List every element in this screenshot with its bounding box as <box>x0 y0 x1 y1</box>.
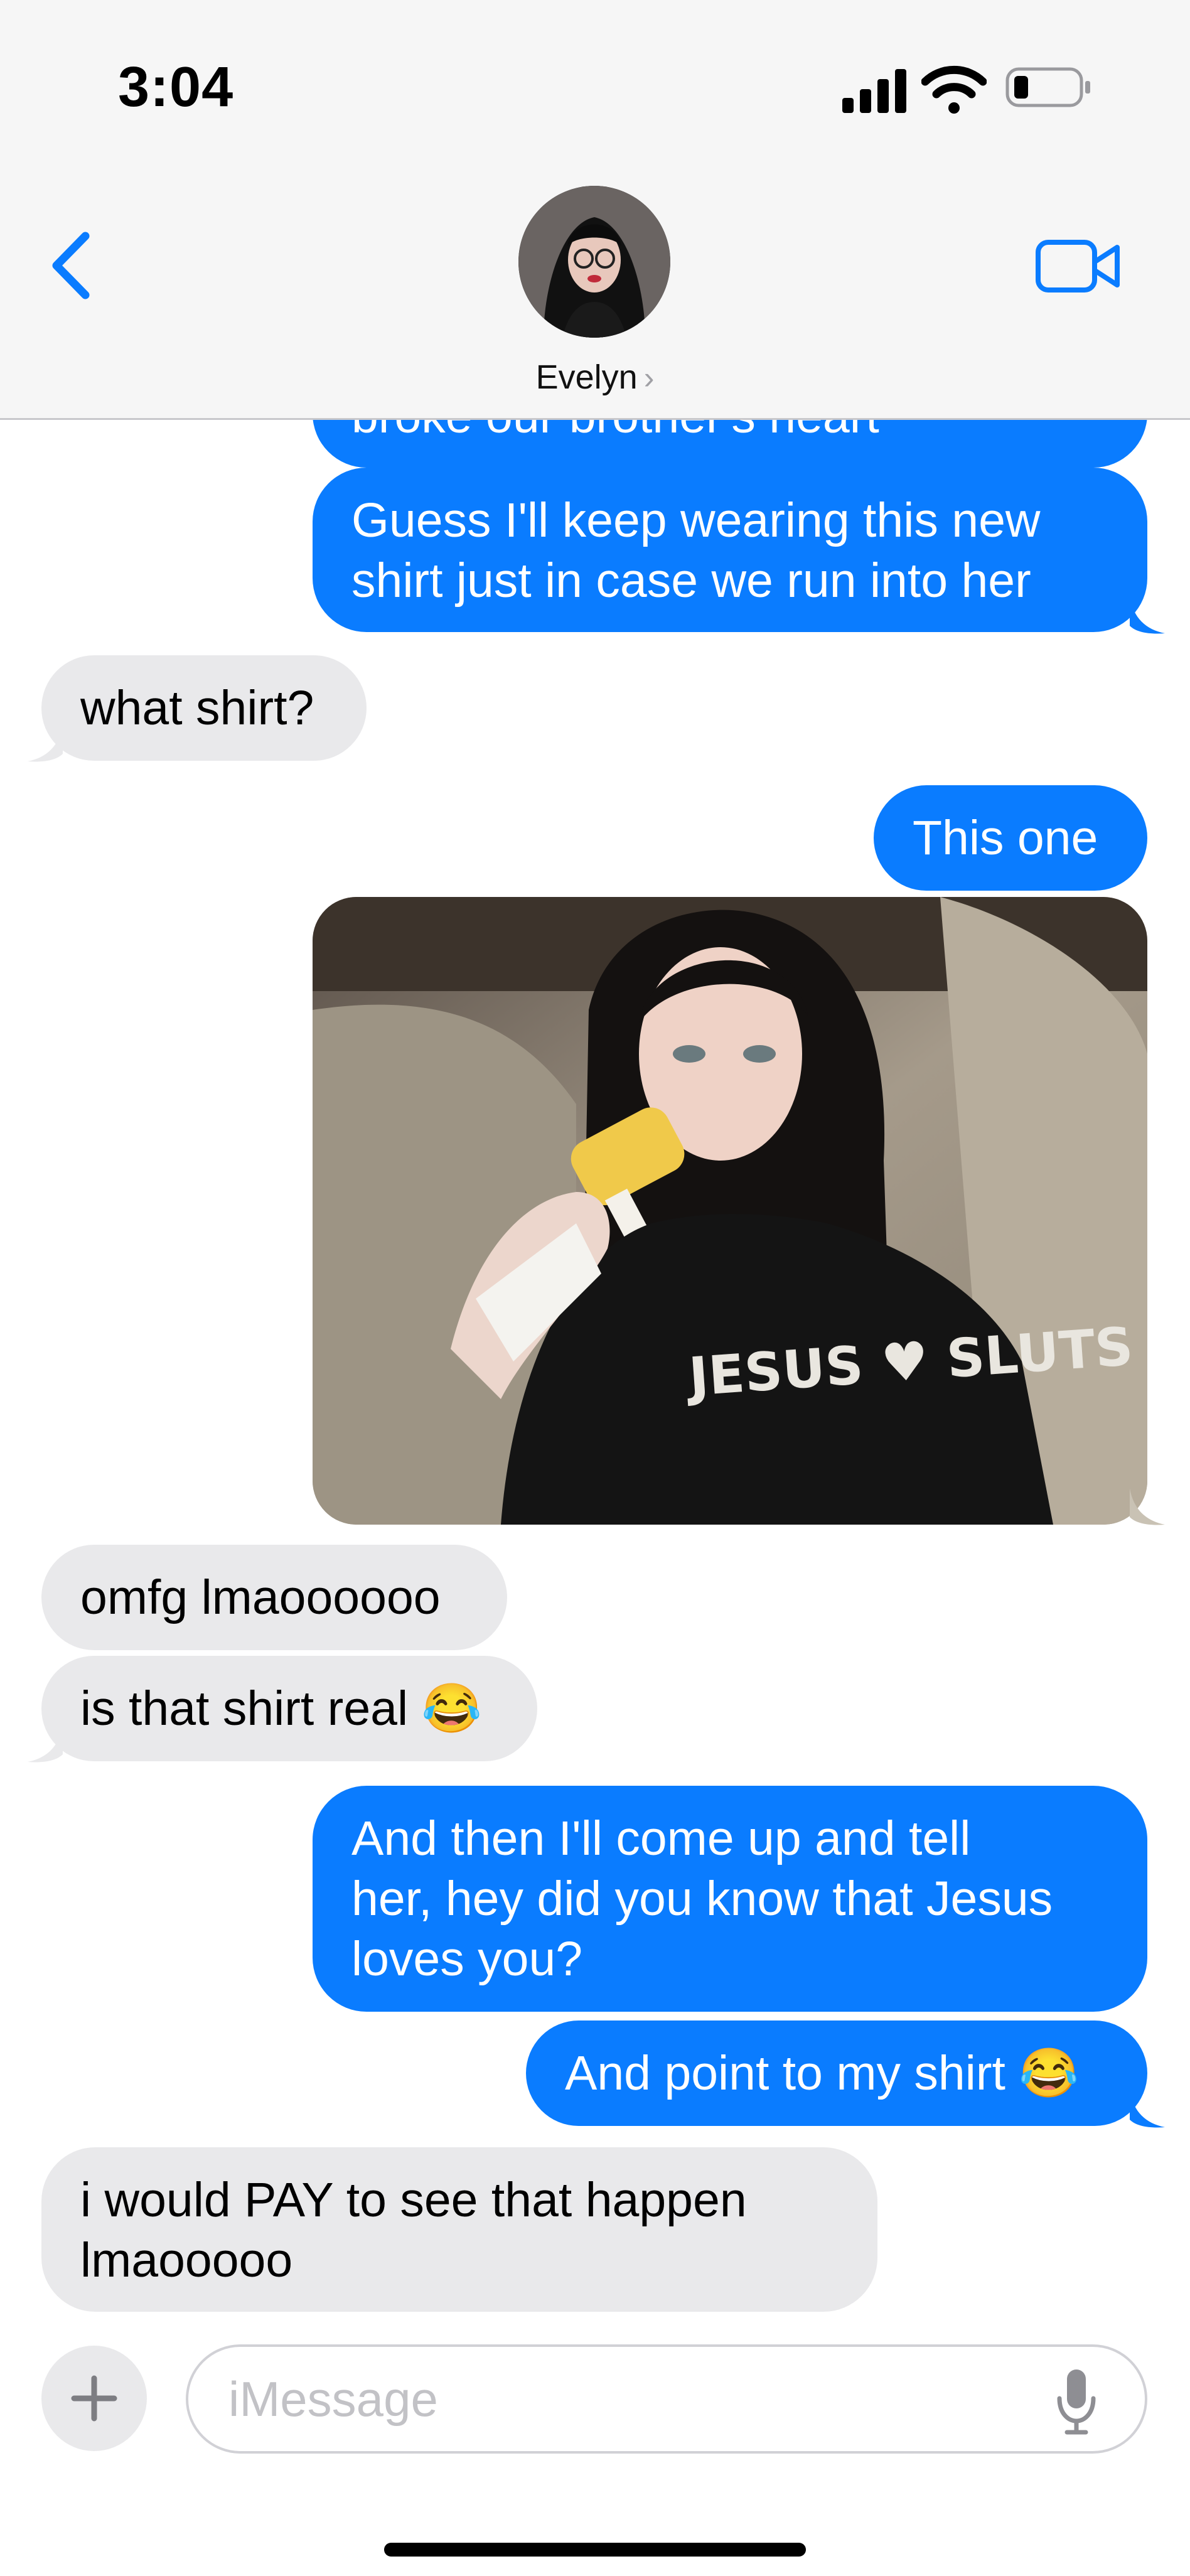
battery-icon <box>1005 67 1090 107</box>
bubble-tail <box>1130 2091 1165 2128</box>
conversation-header: Evelyn › <box>0 163 1190 420</box>
sent-message[interactable]: And then I'll come up and tell her, hey … <box>313 1786 1147 2012</box>
received-message[interactable]: omfg lmaoooooo <box>41 1545 507 1650</box>
contact-avatar[interactable] <box>518 186 670 338</box>
signal-icon <box>842 69 906 113</box>
sent-message[interactable]: And point to my shirt 😂 <box>526 2021 1147 2126</box>
home-indicator[interactable] <box>384 2543 806 2557</box>
microphone-icon[interactable] <box>1054 2367 1098 2436</box>
bubble-tail <box>1130 597 1165 634</box>
clock: 3:04 <box>118 56 234 119</box>
back-chevron-icon[interactable] <box>49 231 93 300</box>
imessage-input[interactable] <box>186 2344 1147 2454</box>
contact-name: Evelyn <box>535 358 638 396</box>
bubble-tail <box>28 725 63 762</box>
received-message[interactable]: is that shirt real 😂 <box>41 1656 537 1761</box>
message-composer <box>0 2322 1190 2576</box>
plus-icon <box>71 2375 117 2422</box>
wifi-icon <box>921 65 987 114</box>
sent-message[interactable]: This one <box>874 785 1147 891</box>
received-message[interactable]: i would PAY to see that happen lmaooooo <box>41 2147 877 2312</box>
message-list[interactable]: broke our brother's heart Guess I'll kee… <box>0 420 1190 2322</box>
bubble-tail <box>1130 1488 1165 1525</box>
received-message[interactable]: what shirt? <box>41 655 367 761</box>
apps-plus-button[interactable] <box>41 2346 147 2451</box>
bubble-tail <box>28 1725 63 1763</box>
photo-attachment[interactable]: JESUS ♥ SLUTS <box>313 897 1147 1525</box>
video-call-icon[interactable] <box>1034 235 1122 298</box>
contact-name-button[interactable]: Evelyn › <box>0 358 1190 397</box>
sent-message[interactable]: broke our brother's heart <box>313 420 1147 468</box>
status-bar: 3:04 <box>0 0 1190 163</box>
sent-message[interactable]: Guess I'll keep wearing this new shirt j… <box>313 468 1147 632</box>
contact-chevron: › <box>643 360 655 395</box>
